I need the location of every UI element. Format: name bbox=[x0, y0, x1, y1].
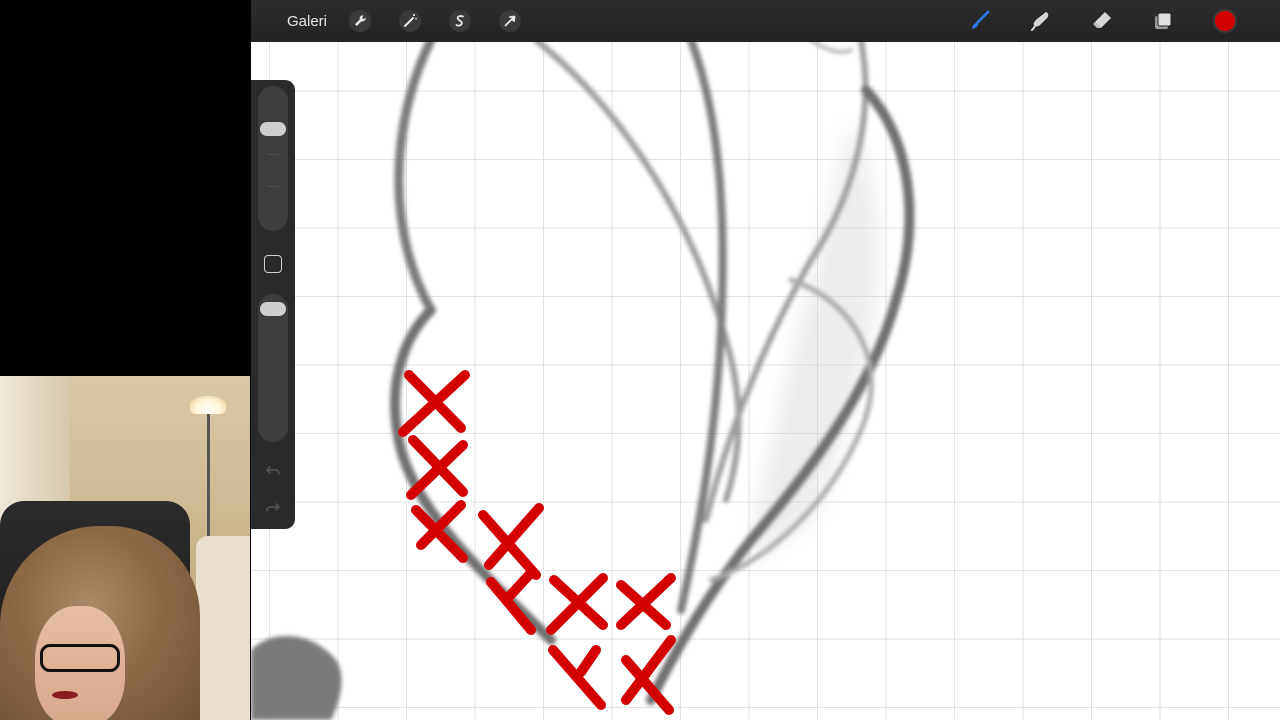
magic-wand-icon bbox=[399, 10, 421, 32]
gallery-button[interactable]: Galeri bbox=[275, 6, 339, 36]
color-button[interactable] bbox=[1210, 6, 1240, 36]
brush-size-slider[interactable] bbox=[258, 86, 288, 231]
actions-button[interactable] bbox=[345, 6, 375, 36]
selection-button[interactable] bbox=[445, 6, 475, 36]
opacity-thumb[interactable] bbox=[260, 302, 286, 316]
opacity-slider[interactable] bbox=[258, 294, 288, 442]
top-toolbar: Galeri bbox=[251, 0, 1280, 42]
wrench-icon bbox=[349, 10, 371, 32]
eraser-icon bbox=[1093, 12, 1111, 28]
red-x-annotations bbox=[398, 370, 676, 715]
redo-icon bbox=[266, 503, 280, 512]
sketch-artwork bbox=[251, 35, 915, 720]
adjustments-button[interactable] bbox=[395, 6, 425, 36]
webcam-sofa bbox=[196, 536, 250, 720]
webcam-lamp-shade bbox=[190, 396, 226, 414]
smudge-finger-icon bbox=[1031, 12, 1049, 31]
drawing-canvas[interactable] bbox=[251, 0, 1280, 720]
smudge-button[interactable] bbox=[1026, 6, 1056, 36]
slider-tick bbox=[267, 154, 279, 155]
layers-icon bbox=[1155, 12, 1172, 29]
brush-button[interactable] bbox=[965, 6, 995, 36]
modify-square-button[interactable] bbox=[264, 255, 282, 273]
undo-icon bbox=[266, 466, 280, 475]
side-toolbar bbox=[251, 80, 295, 529]
arrow-cursor-icon bbox=[499, 10, 521, 32]
slider-tick bbox=[267, 186, 279, 187]
transform-button[interactable] bbox=[495, 6, 525, 36]
eraser-button[interactable] bbox=[1087, 6, 1117, 36]
brush-icon bbox=[972, 10, 990, 29]
brush-size-thumb[interactable] bbox=[260, 122, 286, 136]
webcam-person-glasses bbox=[40, 644, 120, 672]
active-color-swatch bbox=[1213, 9, 1237, 33]
layers-button[interactable] bbox=[1148, 6, 1178, 36]
redo-button[interactable] bbox=[263, 498, 283, 518]
undo-button[interactable] bbox=[263, 461, 283, 481]
webcam-person-lips bbox=[52, 691, 78, 699]
selection-s-icon bbox=[449, 10, 471, 32]
webcam-overlay bbox=[0, 376, 250, 720]
